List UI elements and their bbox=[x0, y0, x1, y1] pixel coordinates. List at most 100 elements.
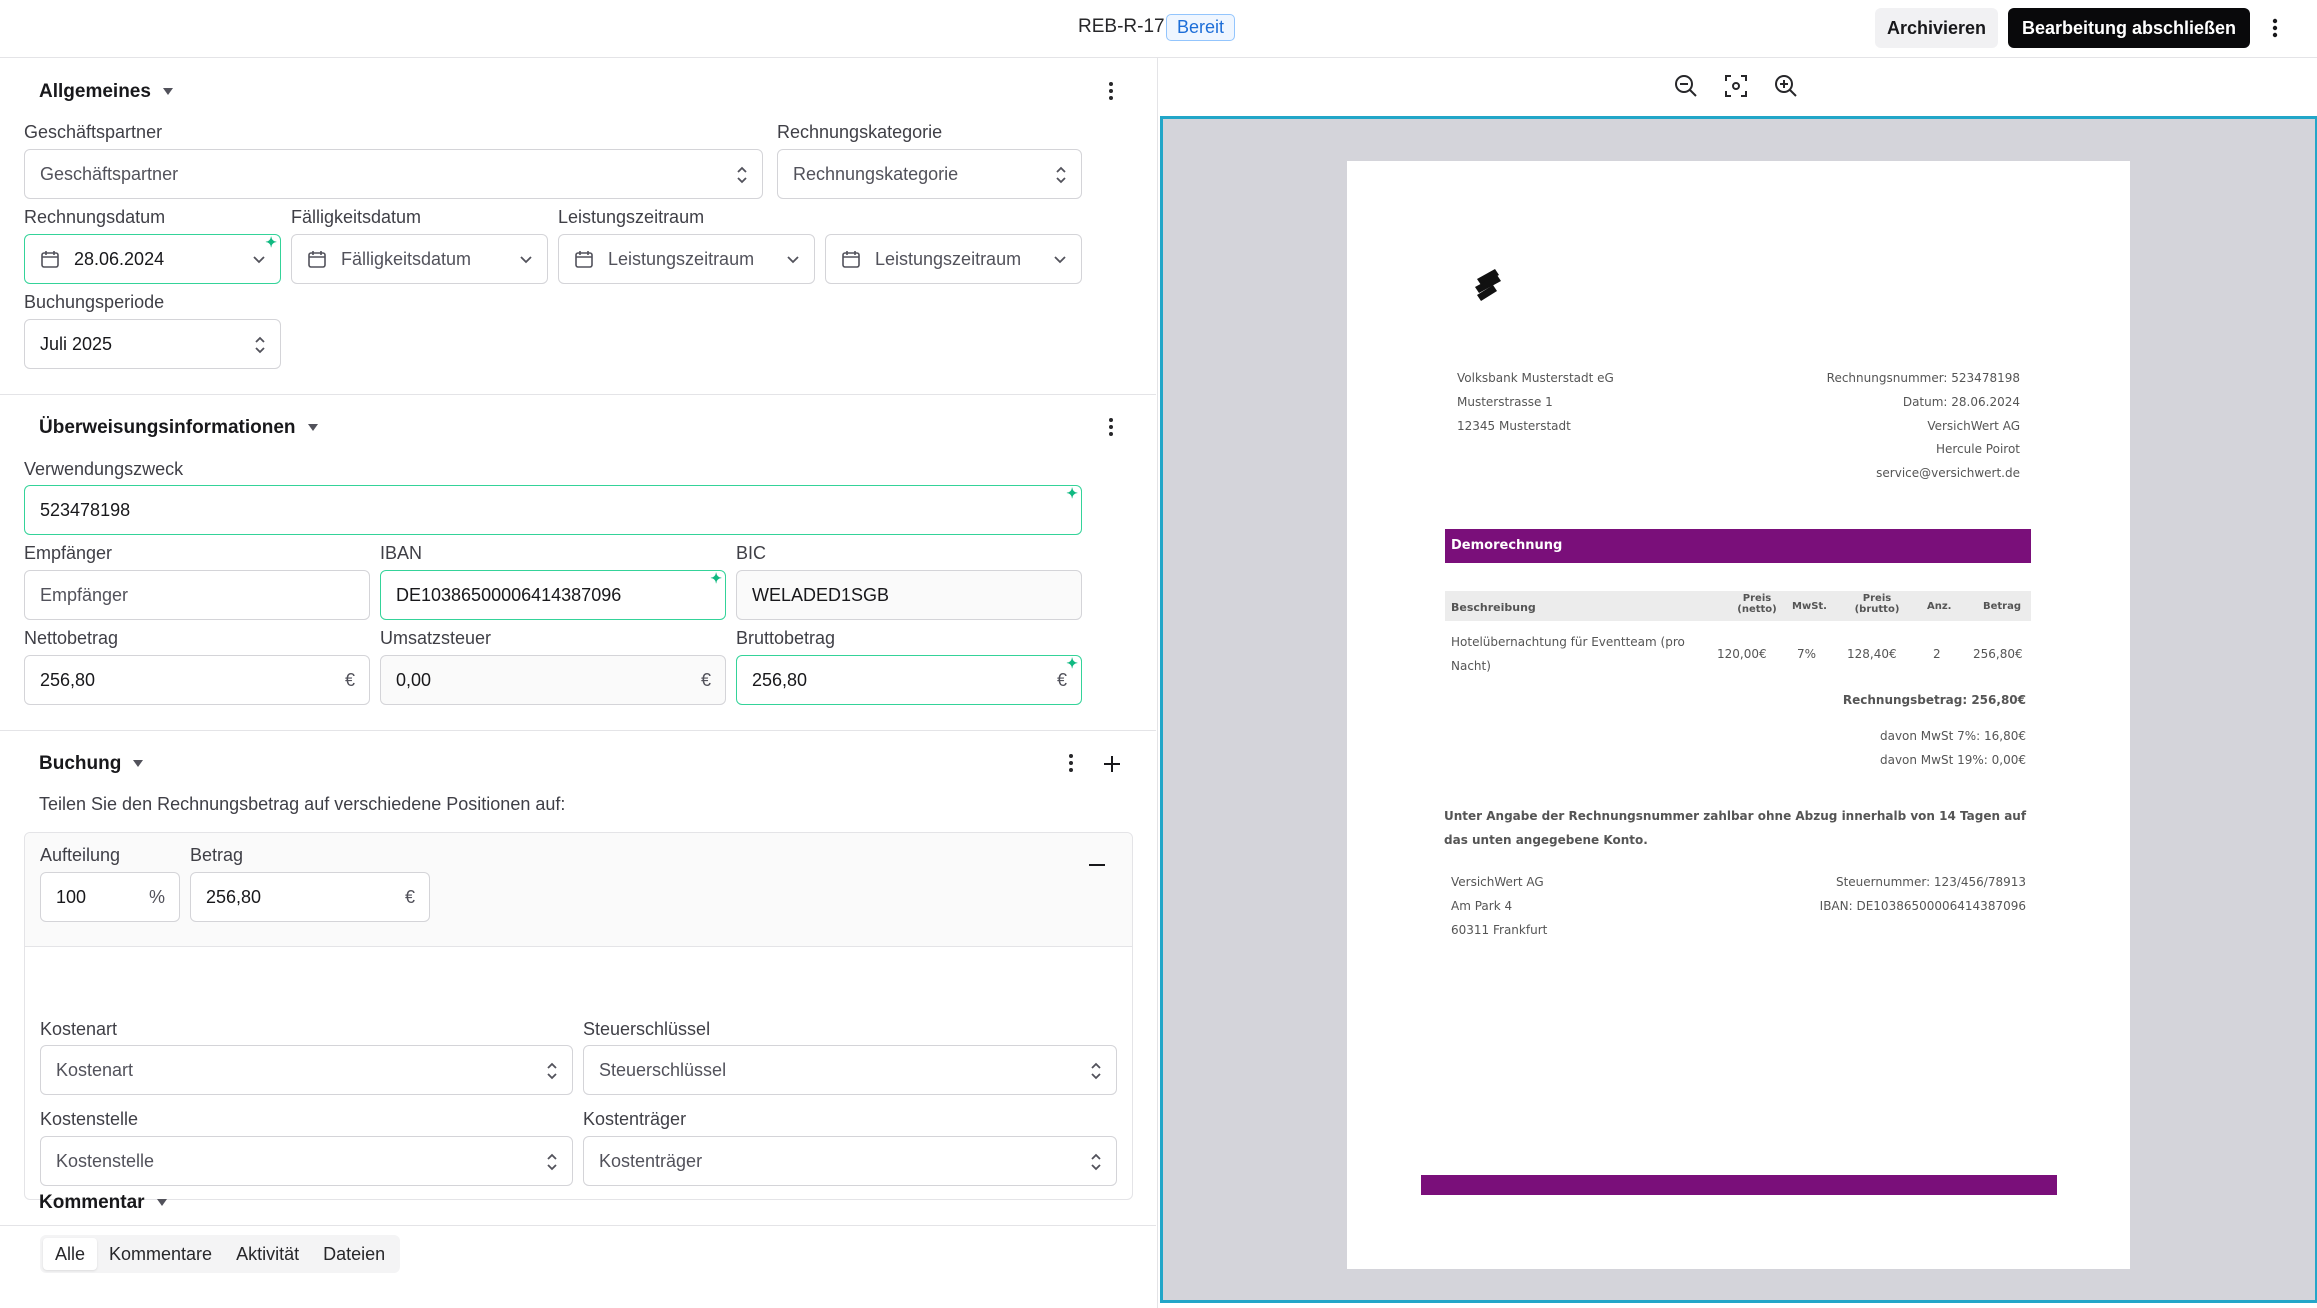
amount-label: Betrag bbox=[190, 845, 244, 865]
euro-suffix: € bbox=[404, 887, 415, 907]
sender-line: Volksbank Musterstadt eG bbox=[1457, 371, 1614, 385]
service-period-from-value: Leistungszeitraum bbox=[608, 248, 755, 269]
ai-sparkle-icon: ✦ bbox=[265, 234, 277, 250]
tax-key-value: Steuerschlüssel bbox=[599, 1059, 727, 1080]
sort-icon bbox=[1091, 1062, 1101, 1080]
bic-value: WELADED1SGB bbox=[752, 584, 890, 605]
purpose-input[interactable]: 523478198 ✦ bbox=[24, 485, 1082, 535]
footer-address-line: VersichWert AG bbox=[1451, 875, 1544, 889]
category-select[interactable]: Rechnungskategorie bbox=[777, 149, 1082, 199]
split-percent-input[interactable]: 100 % bbox=[40, 872, 180, 922]
line-item-net: 120,00€ bbox=[1717, 647, 1767, 661]
ai-sparkle-icon: ✦ bbox=[710, 570, 722, 586]
section-header-allgemeines[interactable]: Allgemeines bbox=[39, 81, 173, 103]
tab-files[interactable]: Dateien bbox=[311, 1238, 397, 1270]
service-period-to-picker[interactable]: Leistungszeitraum bbox=[825, 234, 1082, 284]
vat-value: 0,00 bbox=[396, 669, 432, 690]
sort-icon bbox=[1091, 1153, 1101, 1171]
tab-all[interactable]: Alle bbox=[43, 1238, 98, 1270]
vat-label: Umsatzsteuer bbox=[380, 628, 492, 648]
tax-key-select[interactable]: Steuerschlüssel bbox=[583, 1045, 1117, 1095]
tab-comments[interactable]: Kommentare bbox=[97, 1238, 224, 1270]
invoice-date-label: Rechnungsdatum bbox=[24, 207, 166, 227]
line-item-description: Nacht) bbox=[1451, 659, 1491, 673]
split-amount-input[interactable]: 256,80 € bbox=[190, 872, 430, 922]
net-amount-input[interactable]: 256,80 € bbox=[24, 655, 370, 705]
category-label: Rechnungskategorie bbox=[777, 122, 943, 142]
partner-select[interactable]: Geschäftspartner bbox=[24, 149, 763, 199]
cost-unit-select[interactable]: Kostenträger bbox=[583, 1136, 1117, 1186]
section-menu-icon[interactable] bbox=[1101, 414, 1121, 440]
chevron-down-icon bbox=[1054, 256, 1066, 264]
zoom-out-icon[interactable] bbox=[1672, 72, 1700, 100]
col-header: MwSt. bbox=[1792, 601, 1827, 612]
document-viewer[interactable]: Volksbank Musterstadt eG Musterstrasse 1… bbox=[1160, 116, 2317, 1303]
iban-label: IBAN bbox=[380, 543, 423, 563]
gross-amount-input[interactable]: 256,80 € ✦ bbox=[736, 655, 1082, 705]
booking-period-label: Buchungsperiode bbox=[24, 292, 165, 312]
booking-period-value: Juli 2025 bbox=[40, 333, 113, 354]
cost-type-select[interactable]: Kostenart bbox=[40, 1045, 573, 1095]
booking-period-select[interactable]: Juli 2025 bbox=[24, 319, 281, 369]
col-header-line: Preis bbox=[1862, 593, 1892, 604]
cost-center-select[interactable]: Kostenstelle bbox=[40, 1136, 573, 1186]
archive-button[interactable]: Archivieren bbox=[1875, 8, 1998, 48]
calendar-icon bbox=[308, 251, 326, 268]
calendar-icon bbox=[41, 251, 59, 268]
booking-description: Teilen Sie den Rechnungsbetrag auf versc… bbox=[39, 794, 566, 814]
zoom-in-icon[interactable] bbox=[1772, 72, 1800, 100]
footer-address-line: Am Park 4 bbox=[1451, 899, 1513, 913]
cost-center-label: Kostenstelle bbox=[40, 1109, 139, 1129]
footer-iban: IBAN: DE10386500006414387096 bbox=[1819, 899, 2026, 913]
split-amount-value: 256,80 bbox=[206, 886, 262, 907]
sort-icon bbox=[1056, 166, 1066, 184]
footer-address-line: 60311 Frankfurt bbox=[1451, 923, 1548, 937]
caret-down-icon bbox=[156, 1199, 167, 1207]
section-menu-icon[interactable] bbox=[1101, 78, 1121, 104]
euro-suffix: € bbox=[1056, 670, 1067, 690]
section-divider bbox=[0, 1225, 1156, 1226]
euro-suffix: € bbox=[344, 670, 355, 690]
ai-sparkle-icon: ✦ bbox=[1066, 485, 1078, 501]
fit-to-screen-icon[interactable] bbox=[1722, 72, 1750, 100]
line-item-description: Hotelübernachtung für Eventteam (pro bbox=[1451, 635, 1685, 649]
invoice-page: Volksbank Musterstadt eG Musterstrasse 1… bbox=[1347, 161, 2130, 1269]
vat-input[interactable]: 0,00 € bbox=[380, 655, 726, 705]
partner-label: Geschäftspartner bbox=[24, 122, 163, 142]
iban-input[interactable]: DE10386500006414387096 ✦ bbox=[380, 570, 726, 620]
sort-icon bbox=[547, 1062, 557, 1080]
cost-unit-value: Kostenträger bbox=[599, 1150, 703, 1171]
invoice-meta-line: Hercule Poirot bbox=[1935, 442, 2020, 456]
section-header-comment[interactable]: Kommentar bbox=[39, 1192, 167, 1214]
footer-tax-number: Steuernummer: 123/456/78913 bbox=[1835, 875, 2026, 889]
col-header: Anz. bbox=[1927, 601, 1952, 612]
footer-bar bbox=[1421, 1175, 2057, 1195]
due-date-picker[interactable]: Fälligkeitsdatum bbox=[291, 234, 548, 284]
remove-position-icon[interactable] bbox=[1085, 853, 1109, 877]
sender-line: 12345 Musterstadt bbox=[1457, 419, 1571, 433]
service-period-label: Leistungszeitraum bbox=[558, 207, 705, 227]
ai-sparkle-icon: ✦ bbox=[1066, 655, 1078, 671]
bic-input[interactable]: WELADED1SGB bbox=[736, 570, 1082, 620]
caret-down-icon bbox=[162, 88, 173, 96]
more-options-icon[interactable] bbox=[2263, 12, 2287, 44]
section-header-transfer[interactable]: Überweisungsinformationen bbox=[39, 417, 318, 439]
partner-select-value: Geschäftspartner bbox=[40, 163, 179, 184]
tab-activity[interactable]: Aktivität bbox=[224, 1238, 311, 1270]
invoice-date-picker[interactable]: 28.06.2024 ✦ bbox=[24, 234, 281, 284]
section-header-booking[interactable]: Buchung bbox=[39, 753, 144, 775]
service-period-from-picker[interactable]: Leistungszeitraum bbox=[558, 234, 815, 284]
chevron-down-icon bbox=[787, 256, 799, 264]
line-item-total: 256,80€ bbox=[1973, 647, 2023, 661]
recipient-input[interactable]: Empfänger bbox=[24, 570, 370, 620]
sort-icon bbox=[737, 166, 747, 184]
tax-key-label: Steuerschlüssel bbox=[583, 1019, 711, 1039]
document-preview-panel: Volksbank Musterstadt eG Musterstrasse 1… bbox=[1157, 58, 2317, 1308]
finish-editing-button[interactable]: Bearbeitung abschließen bbox=[2008, 8, 2250, 48]
invoice-meta-line: Datum: 28.06.2024 bbox=[1902, 395, 2020, 409]
section-menu-icon[interactable] bbox=[1061, 750, 1081, 776]
bank-logo-icon bbox=[1475, 269, 1501, 301]
section-divider bbox=[0, 394, 1156, 395]
calendar-icon bbox=[575, 251, 593, 268]
add-position-icon[interactable] bbox=[1100, 752, 1124, 776]
